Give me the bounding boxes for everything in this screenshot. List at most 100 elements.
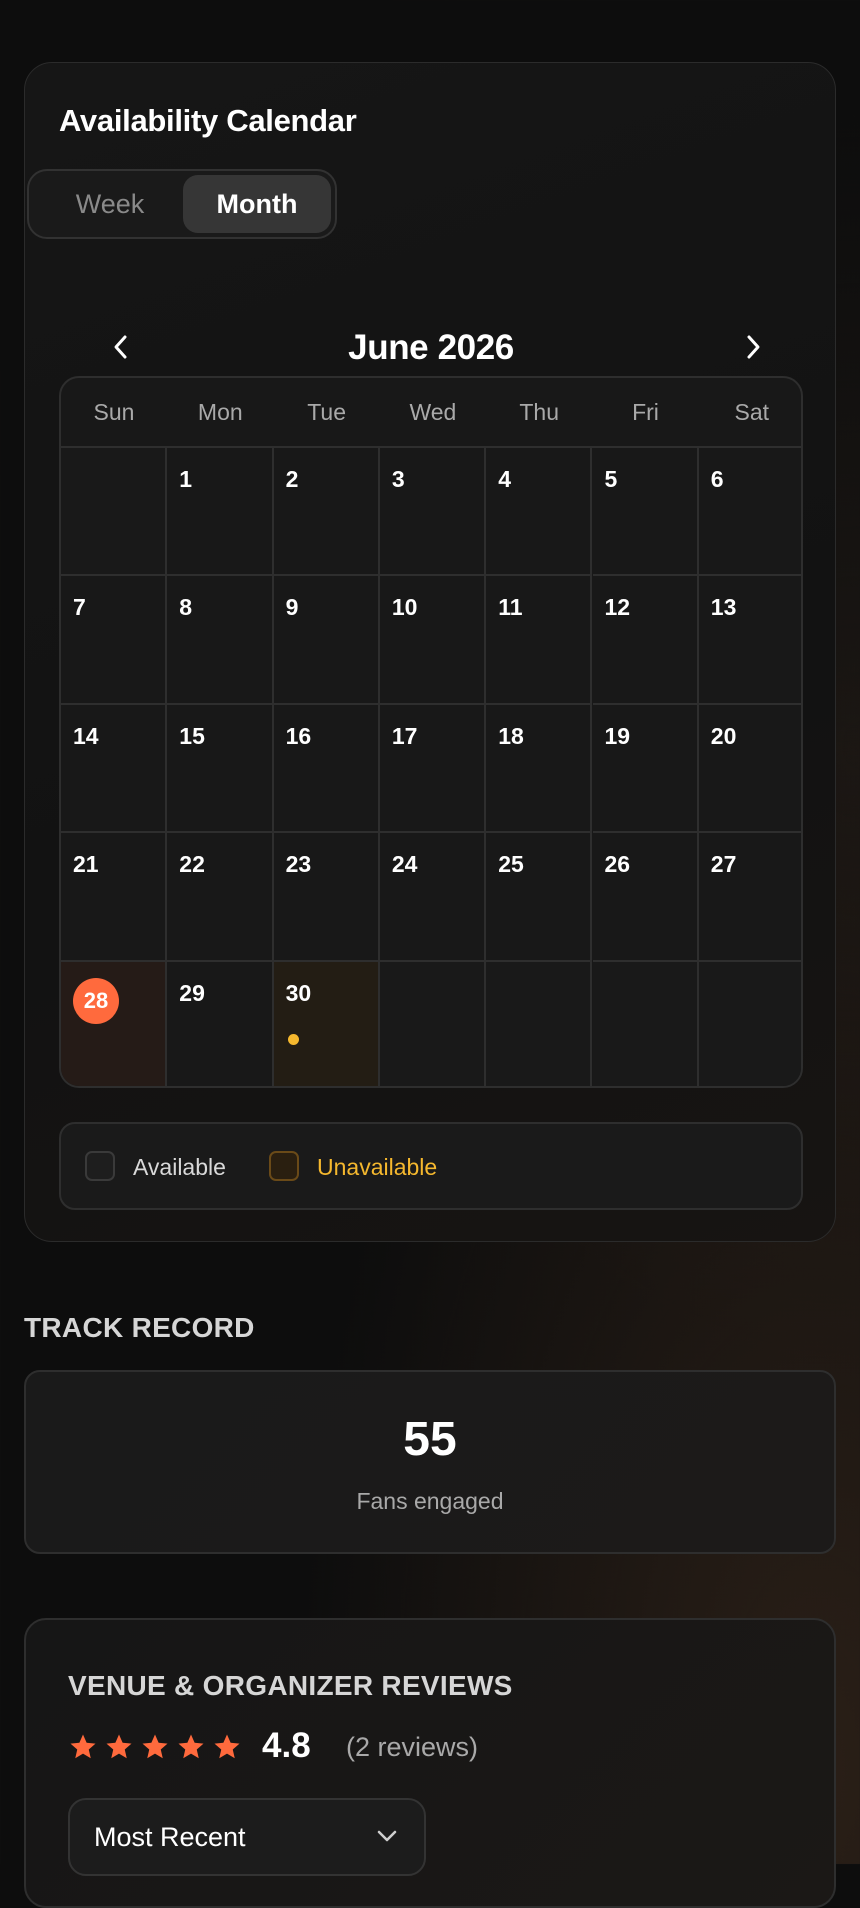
day-number: 12: [604, 594, 631, 621]
fans-engaged-label: Fans engaged: [356, 1488, 504, 1514]
calendar-day-cell[interactable]: 11: [486, 576, 593, 705]
day-number: 25: [498, 851, 524, 878]
weekday-label: Mon: [197, 399, 243, 425]
day-number: 17: [391, 722, 418, 749]
calendar-empty-cell: [698, 961, 801, 1086]
day-number: 6: [710, 466, 724, 492]
calendar-day-cell[interactable]: 12: [592, 576, 699, 705]
day-number: 18: [498, 722, 524, 749]
day-number: 20: [710, 722, 737, 749]
day-number: 13: [710, 594, 737, 621]
star-icon: [70, 1734, 96, 1759]
day-number: 10: [391, 594, 418, 621]
calendar-day-cell[interactable]: 7: [61, 576, 168, 705]
calendar-day-cell[interactable]: 15: [167, 704, 274, 834]
day-number: 15: [179, 722, 205, 749]
day-number: 30: [285, 979, 312, 1006]
calendar-day-cell[interactable]: 3: [379, 448, 487, 577]
calendar-empty-cell: [592, 961, 699, 1086]
next-month-button[interactable]: [731, 325, 775, 369]
calendar-day-cell[interactable]: 18: [486, 704, 593, 834]
rating-stars: [68, 1732, 248, 1766]
day-number: 7: [73, 594, 86, 621]
legend-available-label: Available: [133, 1154, 226, 1180]
day-number: 27: [710, 851, 737, 878]
chevron-down-icon: [377, 1830, 397, 1842]
calendar-day-cell[interactable]: 22: [167, 833, 274, 962]
calendar-day-cell[interactable]: 26: [592, 833, 699, 962]
review-sort-select[interactable]: Most Recent: [68, 1798, 426, 1876]
day-number: 3: [391, 466, 405, 492]
day-number: 23: [285, 851, 312, 878]
day-number: 2: [285, 466, 299, 492]
week-view-button[interactable]: Week: [35, 175, 185, 233]
calendar-day-cell[interactable]: 21: [61, 833, 168, 962]
today-badge: 28: [73, 977, 119, 1024]
calendar-day-cell[interactable]: 1: [167, 448, 274, 577]
month-navigation: June 2026: [59, 323, 803, 373]
calendar-day-cell[interactable]: 24: [379, 833, 487, 962]
calendar-day-cell[interactable]: 6: [698, 448, 801, 577]
calendar-empty-cell: [486, 961, 593, 1086]
calendar-day-cell[interactable]: 20: [698, 704, 801, 834]
fans-engaged-value: 55: [403, 1413, 457, 1466]
calendar-title: Availability Calendar: [59, 103, 357, 138]
average-rating: 4.8: [262, 1726, 311, 1765]
day-number: 1: [179, 466, 193, 492]
calendar-day-cell[interactable]: 14: [61, 704, 168, 834]
calendar-grid: Sun Mon Tue Wed Thu Fri Sat 1 2 3 4 5 6 7 8 9 10 11 12 13 1…: [59, 376, 803, 1088]
day-number: 16: [285, 722, 312, 749]
day-number: 26: [604, 851, 631, 878]
review-count: (2 reviews): [346, 1732, 479, 1762]
weekday-label: Sun: [93, 399, 135, 425]
calendar-day-cell[interactable]: 19: [592, 704, 699, 834]
star-icon: [142, 1734, 168, 1759]
track-record-card: 55 Fans engaged: [24, 1370, 836, 1554]
legend-unavailable-label: Unavailable: [317, 1154, 438, 1180]
weekday-label: Sat: [734, 399, 770, 425]
unavailable-swatch: [269, 1151, 299, 1181]
calendar-day-cell[interactable]: 25: [486, 833, 593, 962]
day-number: 19: [604, 722, 631, 749]
day-number: 11: [498, 594, 523, 621]
weekday-header-row: Sun Mon Tue Wed Thu Fri Sat: [61, 378, 801, 448]
calendar-day-cell[interactable]: 2: [273, 448, 380, 577]
day-number: 24: [391, 851, 418, 878]
day-number: 4: [498, 466, 511, 492]
day-number: 29: [179, 979, 205, 1006]
calendar-day-cell[interactable]: 9: [273, 576, 380, 705]
reviews-heading: VENUE & ORGANIZER REVIEWS: [68, 1670, 513, 1701]
calendar-day-cell[interactable]: 4: [486, 448, 593, 577]
calendar-day-cell[interactable]: 27: [698, 833, 801, 962]
star-icon: [178, 1734, 204, 1759]
calendar-legend: Available Unavailable: [59, 1122, 803, 1210]
calendar-day-cell[interactable]: 16: [273, 704, 380, 834]
reviews-card: VENUE & ORGANIZER REVIEWS 4.8 (2 reviews…: [24, 1618, 836, 1908]
star-icon: [106, 1734, 132, 1759]
track-record-heading: TRACK RECORD: [24, 1312, 255, 1343]
calendar-day-cell[interactable]: 30: [273, 961, 380, 1086]
available-swatch: [85, 1151, 115, 1181]
calendar-day-cell[interactable]: 28: [61, 961, 168, 1086]
weekday-label: Wed: [409, 399, 457, 425]
star-icon: [214, 1734, 240, 1759]
calendar-day-cell[interactable]: 8: [167, 576, 274, 705]
sort-selected-label: Most Recent: [94, 1822, 246, 1852]
calendar-day-cell[interactable]: 29: [167, 961, 274, 1086]
calendar-day-cell[interactable]: 17: [379, 704, 487, 834]
calendar-day-cell[interactable]: 13: [698, 576, 801, 705]
month-label: June 2026: [348, 328, 514, 367]
calendar-day-cell[interactable]: 23: [273, 833, 380, 962]
calendar-empty-cell: [61, 448, 168, 577]
day-number: 14: [73, 722, 99, 749]
calendar-day-cell[interactable]: 10: [379, 576, 487, 705]
calendar-day-cell[interactable]: 5: [592, 448, 699, 577]
weekday-label: Thu: [519, 399, 559, 425]
day-number: 8: [179, 594, 193, 621]
month-view-button[interactable]: Month: [183, 175, 331, 233]
unavailable-dot: [287, 1033, 299, 1045]
chevron-right-icon: [747, 335, 760, 359]
availability-calendar-card: Availability Calendar Week Month June 20…: [24, 62, 836, 1242]
weekday-label: Tue: [307, 399, 346, 425]
day-number: 9: [285, 594, 299, 621]
